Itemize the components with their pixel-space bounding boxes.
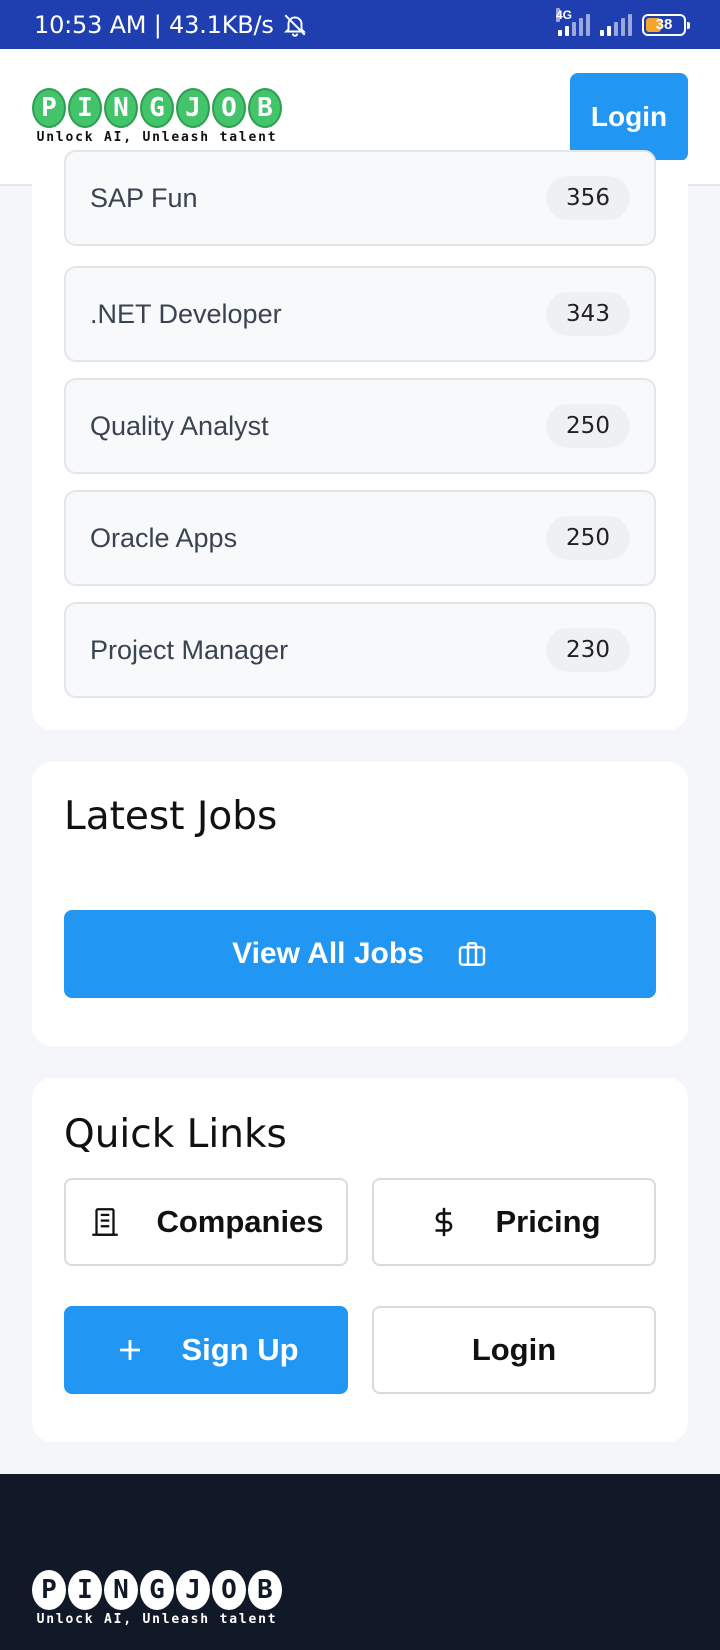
category-count: 250 — [546, 516, 630, 560]
pricing-label: Pricing — [495, 1204, 601, 1239]
category-count: 356 — [546, 176, 630, 220]
bell-muted-icon — [283, 14, 306, 37]
view-all-jobs-button[interactable]: View All Jobs — [64, 910, 656, 998]
companies-label: Companies — [156, 1204, 324, 1239]
pingjob-logo[interactable]: P I N G J O B Unlock AI, Unleash talent — [32, 88, 282, 145]
category-name: SAP Fun — [90, 182, 198, 213]
logo-tagline: Unlock AI, Unleash talent — [36, 130, 278, 145]
dollar-icon — [435, 1207, 453, 1237]
category-count: 230 — [546, 628, 630, 672]
signal-4g-icon: 4G — [556, 7, 590, 36]
category-name: Project Manager — [90, 634, 289, 665]
status-bar: 10:53 AM | 43.1KB/s 4G 38 — [0, 0, 720, 49]
footer-logo[interactable]: P I N G J O B Unlock AI, Unleash talent — [32, 1570, 282, 1627]
category-name: .NET Developer — [90, 298, 282, 329]
category-row[interactable]: Project Manager 230 — [64, 602, 656, 698]
footer-logo-letters: P I N G J O B — [32, 1570, 282, 1610]
category-count: 343 — [546, 292, 630, 336]
battery-icon: 38 — [642, 13, 690, 36]
category-row[interactable]: Oracle Apps 250 — [64, 490, 656, 586]
header-login-button[interactable]: Login — [570, 72, 688, 161]
login-button[interactable]: Login — [372, 1306, 656, 1394]
view-all-jobs-label: View All Jobs — [232, 937, 424, 970]
logo-letters: P I N G J O B — [32, 88, 282, 128]
category-row[interactable]: SAP Fun 356 — [64, 150, 656, 246]
category-name: Oracle Apps — [90, 522, 238, 553]
category-name: Quality Analyst — [90, 410, 269, 441]
login-label: Login — [471, 1332, 557, 1367]
building-icon — [92, 1208, 119, 1236]
category-count: 250 — [546, 404, 630, 448]
latest-jobs-title: Latest Jobs — [64, 794, 278, 839]
sign-up-label: Sign Up — [181, 1332, 299, 1367]
latest-jobs-card: Latest Jobs View All Jobs — [32, 762, 688, 1046]
categories-card: SAP Fun 356 .NET Developer 343 Quality A… — [32, 150, 688, 730]
category-row[interactable]: Quality Analyst 250 — [64, 378, 656, 474]
footer-tagline: Unlock AI, Unleash talent — [36, 1612, 278, 1627]
quick-links-card: Quick Links Companies Pricing Sign Up Lo… — [32, 1078, 688, 1442]
briefcase-icon — [458, 942, 486, 966]
quick-links-title: Quick Links — [64, 1112, 287, 1157]
plus-icon — [120, 1340, 141, 1360]
category-row[interactable]: .NET Developer 343 — [64, 266, 656, 362]
pricing-button[interactable]: Pricing — [372, 1178, 656, 1266]
companies-button[interactable]: Companies — [64, 1178, 348, 1266]
signal-icon — [600, 13, 632, 36]
footer: P I N G J O B Unlock AI, Unleash talent — [0, 1474, 720, 1650]
status-time: 10:53 AM | 43.1KB/s — [34, 10, 274, 39]
sign-up-button[interactable]: Sign Up — [64, 1306, 348, 1394]
